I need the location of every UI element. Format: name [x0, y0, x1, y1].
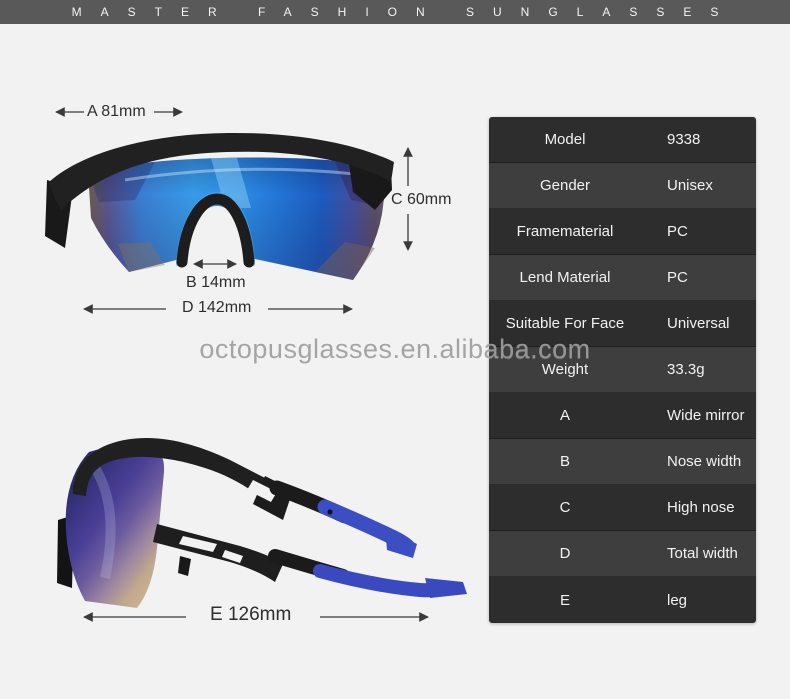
brand-banner: MASTER FASHION SUNGLASSES — [0, 0, 790, 24]
table-row: Framematerial PC — [489, 209, 756, 255]
spec-value: Total width — [667, 545, 738, 562]
spec-value: leg — [667, 591, 688, 609]
side-nose-pad — [178, 556, 191, 576]
dimension-label-e: E 126mm — [210, 604, 292, 625]
spec-label: B — [559, 453, 570, 470]
spec-label: Gender — [539, 177, 591, 194]
table-row: E leg — [489, 577, 756, 623]
temple-rivet-icon — [327, 509, 333, 515]
spec-label: Framematerial — [516, 223, 614, 240]
spec-label: Suitable For Face — [505, 315, 625, 332]
lower-temple-tip — [425, 578, 467, 598]
spec-value: PC — [667, 269, 688, 286]
spec-value: Nose width — [667, 453, 742, 470]
spec-value: Universal — [667, 315, 730, 332]
product-spec-page: MASTER FASHION SUNGLASSES A 81mm C 60mm … — [0, 0, 790, 699]
dimension-label-d: D 142mm — [182, 299, 252, 316]
spec-label: D — [559, 545, 571, 562]
dimension-label-b: B 14mm — [186, 274, 246, 291]
side-view-sunglasses-image — [57, 438, 467, 608]
upper-temple-tip — [385, 528, 417, 558]
spec-value: High nose — [667, 499, 735, 516]
brand-title: MASTER FASHION SUNGLASSES — [71, 5, 738, 19]
spec-label: A — [559, 407, 570, 424]
spec-value: 33.3g — [667, 361, 705, 378]
spec-table: Model 9338 Gender Unisex Framematerial P… — [489, 117, 756, 623]
dimension-label-c: C 60mm — [391, 191, 452, 208]
spec-value: Wide mirror — [667, 407, 745, 424]
dimension-label-a: A 81mm — [87, 103, 146, 120]
table-row: Lend Material PC — [489, 255, 756, 301]
watermark-text: octopusglasses.en.alibaba.com — [199, 334, 591, 364]
table-row: Model 9338 — [489, 117, 756, 163]
side-lower-frame — [153, 524, 283, 582]
spec-label: Model — [544, 131, 586, 148]
table-row: B Nose width — [489, 439, 756, 485]
table-row: Gender Unisex — [489, 163, 756, 209]
spec-label: Lend Material — [519, 269, 611, 286]
table-row: C High nose — [489, 485, 756, 531]
spec-value: 9338 — [667, 131, 701, 148]
table-row: A Wide mirror — [489, 393, 756, 439]
spec-value: PC — [667, 223, 688, 240]
table-row: D Total width — [489, 531, 756, 577]
spec-label: C — [559, 499, 571, 516]
spec-label: E — [559, 591, 570, 609]
spec-value: Unisex — [667, 177, 713, 194]
